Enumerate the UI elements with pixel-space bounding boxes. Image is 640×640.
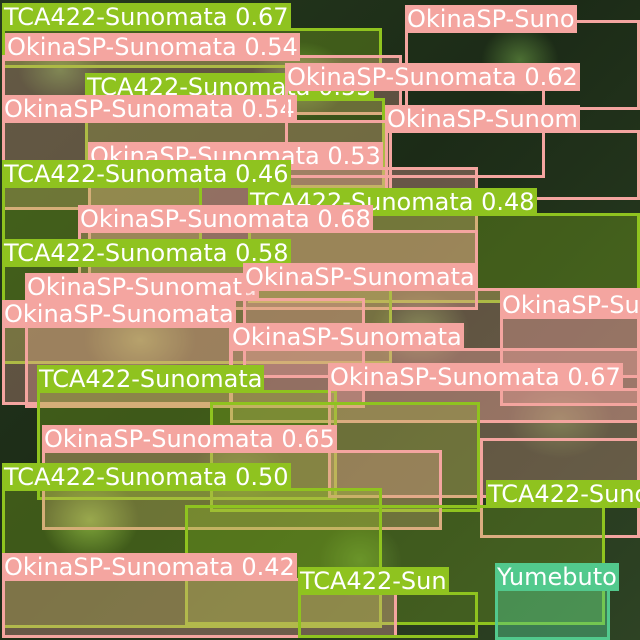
detection-label: Yumebuto	[495, 563, 619, 591]
detection-canvas: TCA422-Sunomata 0.67 OkinaSP-Sunomata 0.…	[0, 0, 640, 640]
detection-label: TCA422-Sunomata	[37, 365, 265, 393]
detection-label: OkinaSP-Sunomata 0.65	[42, 425, 337, 453]
detection-label: OkinaSP-Sunomata 0.54	[2, 95, 297, 123]
detection-label: OkinaSP-Sunom	[385, 105, 580, 133]
detection-label: OkinaSP-Sunomata	[230, 323, 464, 351]
detection-label: OkinaSP-Sunomata 0.68	[78, 205, 373, 233]
detection-label: TCA422-Sunomata 0.67	[2, 3, 291, 31]
detection-label: OkinaSP-Sunomata	[25, 273, 259, 301]
detection-label: OkinaSP-Sunomata 0.67	[328, 363, 623, 391]
detection-label: TCA422-Sunomata 0.46	[2, 160, 291, 188]
detection-label: OkinaSP-Sunomata	[2, 300, 236, 328]
detection-label: OkinaSP-Sunomata	[243, 263, 477, 291]
detection-label: TCA422-Sunomata 0.48	[486, 480, 640, 508]
detection-label: OkinaSP-Sunomata	[500, 291, 640, 319]
detection-box-yumebuto: Yumebuto	[495, 563, 619, 640]
detection-label: OkinaSP-Sunomata 0.42	[2, 553, 297, 581]
detection-label: TCA422-Sunomata 0.50	[2, 463, 291, 491]
detection-label: TCA422-Sun	[298, 567, 449, 595]
detection-label: OkinaSP-Suno	[405, 5, 577, 33]
detection-label: OkinaSP-Sunomata 0.62	[285, 63, 580, 91]
detection-box-tca422: TCA422-Sun	[298, 567, 478, 638]
detection-label: OkinaSP-Sunomata 0.54	[5, 33, 300, 61]
